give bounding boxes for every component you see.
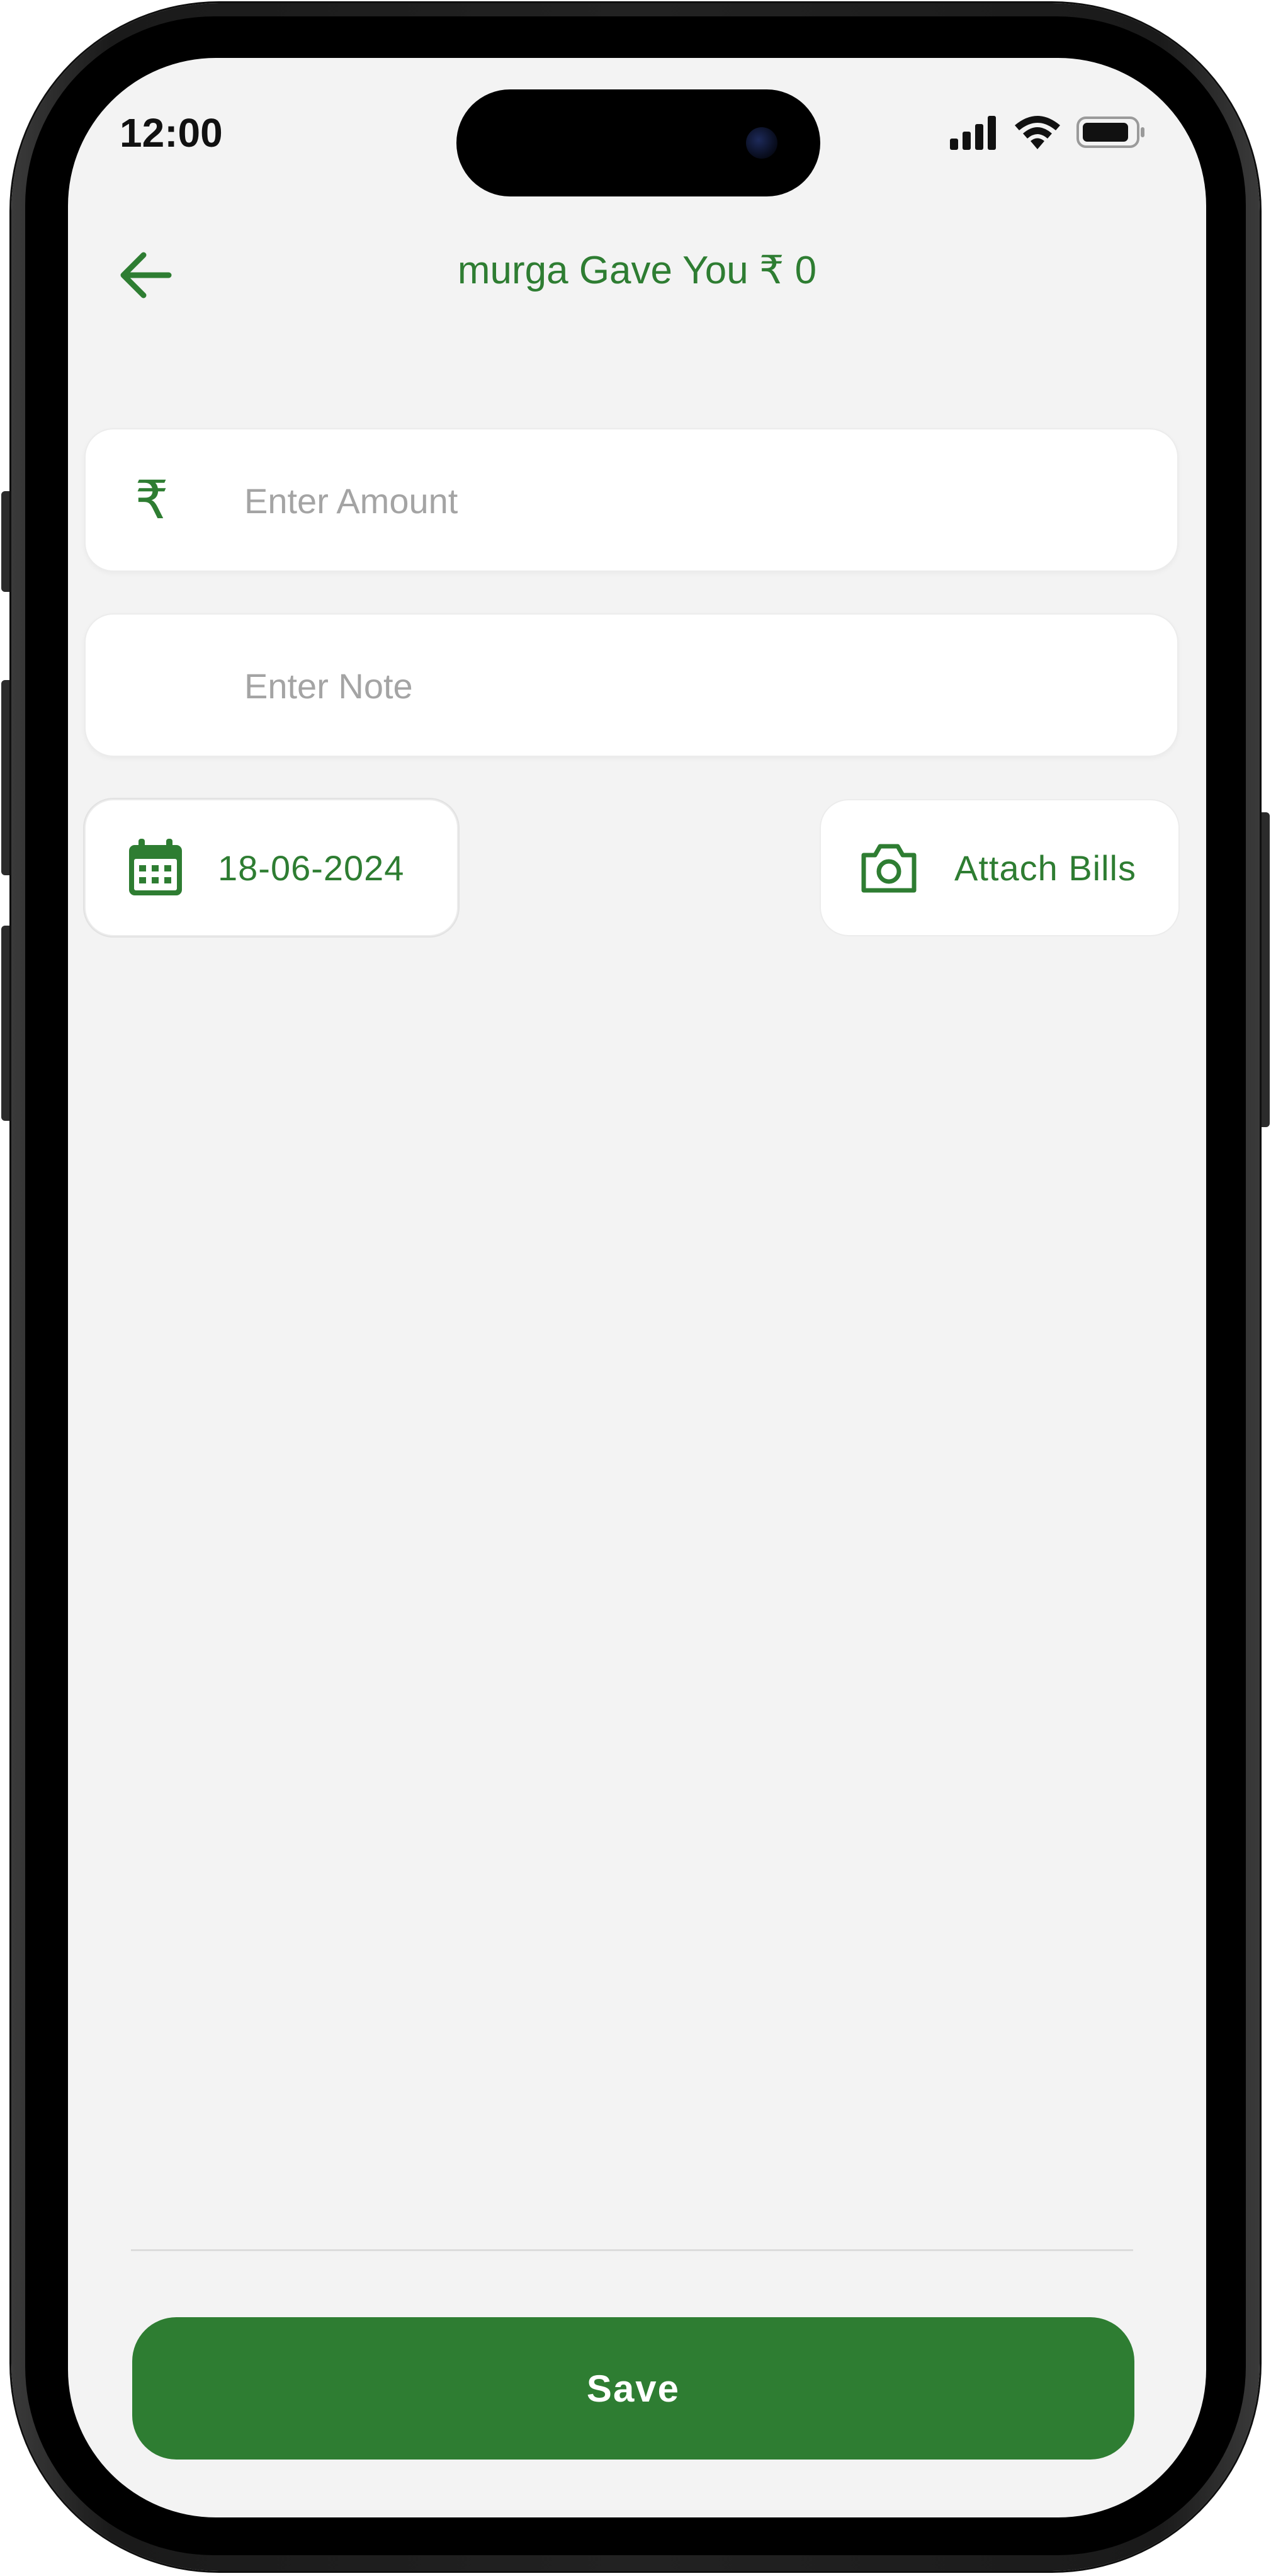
footer-divider bbox=[131, 2249, 1133, 2251]
wifi-icon bbox=[1015, 116, 1060, 149]
app-screen: 12:00 murga Gave You ₹ 0 ₹ Enter Amount … bbox=[68, 58, 1206, 2517]
device-mockup: 12:00 murga Gave You ₹ 0 ₹ Enter Amount … bbox=[0, 0, 1271, 2576]
page-title: murga Gave You ₹ 0 bbox=[457, 249, 817, 292]
camera-icon bbox=[861, 844, 917, 893]
cellular-signal-icon bbox=[950, 116, 996, 150]
calendar-icon bbox=[129, 839, 182, 895]
front-camera bbox=[746, 127, 777, 159]
dynamic-island bbox=[456, 89, 820, 196]
note-input[interactable] bbox=[243, 615, 1152, 757]
attach-bills-label: Attach Bills bbox=[954, 848, 1136, 888]
rupee-icon: ₹ bbox=[135, 469, 169, 531]
date-picker-button[interactable]: 18-06-2024 bbox=[84, 799, 458, 936]
save-button[interactable]: Save bbox=[132, 2317, 1134, 2460]
status-icons bbox=[949, 113, 1146, 151]
date-value: 18-06-2024 bbox=[218, 848, 405, 888]
attach-bills-button[interactable]: Attach Bills bbox=[820, 799, 1180, 936]
amount-field[interactable]: ₹ bbox=[84, 428, 1178, 572]
note-field[interactable] bbox=[84, 613, 1178, 757]
battery-icon bbox=[1076, 116, 1144, 148]
status-time: 12:00 bbox=[120, 110, 223, 156]
amount-input[interactable] bbox=[243, 429, 1152, 572]
